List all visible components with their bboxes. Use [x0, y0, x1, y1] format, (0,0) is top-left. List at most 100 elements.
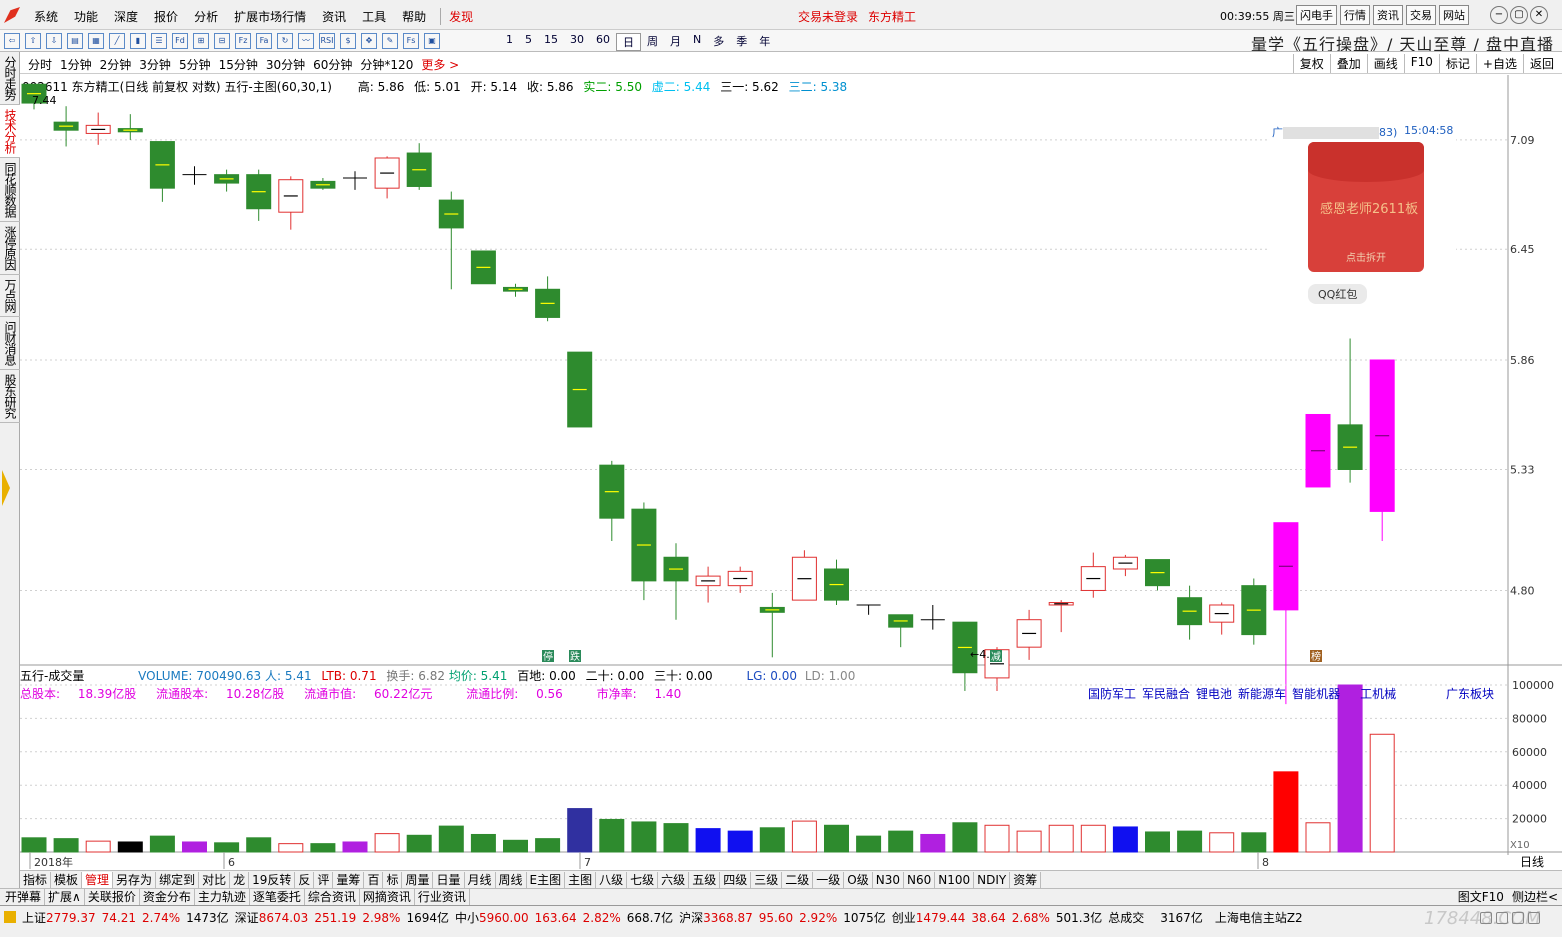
- bottom-tab[interactable]: 综合资讯: [305, 889, 360, 905]
- tray-icon[interactable]: [1480, 912, 1492, 924]
- period-tab[interactable]: 1分钟: [56, 56, 96, 73]
- indicator-tab[interactable]: 月线: [465, 872, 496, 888]
- period-button[interactable]: 日: [616, 33, 641, 51]
- money-icon[interactable]: $: [340, 33, 356, 49]
- period-tab[interactable]: 60分钟: [309, 56, 356, 73]
- sz-name[interactable]: 深证: [235, 911, 259, 925]
- period-button[interactable]: 30: [564, 33, 590, 51]
- menu-item[interactable]: 扩展市场行情: [226, 8, 314, 25]
- indicator-tab[interactable]: 反: [295, 872, 315, 888]
- tray-icon[interactable]: [1528, 912, 1540, 924]
- sector-tag[interactable]: 国防军工: [1088, 687, 1136, 701]
- indicator-tab[interactable]: O级: [844, 872, 873, 888]
- bottom-tab[interactable]: 行业资讯: [415, 889, 470, 905]
- period-button[interactable]: 年: [753, 33, 776, 51]
- indicator-tab[interactable]: 另存为: [113, 872, 157, 888]
- grid-icon[interactable]: ▦: [88, 33, 104, 49]
- menu-item[interactable]: 帮助: [394, 8, 434, 25]
- sidebar-tab[interactable]: 同花顺数据: [0, 158, 20, 222]
- chart-tool-button[interactable]: 标记: [1438, 54, 1476, 73]
- sh-name[interactable]: 上证: [22, 911, 46, 925]
- sidebar-tab[interactable]: 股东研究: [0, 370, 20, 423]
- indicator-tab[interactable]: E主图: [527, 872, 566, 888]
- sector-tag[interactable]: 新能源车: [1238, 687, 1286, 701]
- indicator-tab[interactable]: 周线: [496, 872, 527, 888]
- indicator-tab[interactable]: 八级: [596, 872, 628, 888]
- indicator-tab[interactable]: 百: [364, 872, 384, 888]
- close-icon[interactable]: ✕: [1530, 6, 1548, 24]
- list-icon[interactable]: ☰: [151, 33, 167, 49]
- indicator-tab[interactable]: 对比: [199, 872, 231, 888]
- quick-button[interactable]: 闪电手: [1296, 5, 1337, 25]
- menu-item[interactable]: 深度: [106, 8, 146, 25]
- chart-icon[interactable]: ▤: [67, 33, 83, 49]
- refresh-icon[interactable]: ↻: [277, 33, 293, 49]
- chart-tool-button[interactable]: 画线: [1366, 54, 1404, 73]
- indicator-tab[interactable]: 19反转: [249, 872, 296, 888]
- bottom-tab[interactable]: 逐笔委托: [250, 889, 305, 905]
- period-button[interactable]: 60: [590, 33, 616, 51]
- status-text[interactable]: 东方精工: [868, 10, 916, 24]
- sector-tag[interactable]: 军民融合: [1142, 687, 1190, 701]
- indicator-tab[interactable]: 五级: [689, 872, 721, 888]
- menu-item[interactable]: 系统: [26, 8, 66, 25]
- sector-tag[interactable]: 工机械: [1360, 687, 1396, 701]
- period-button[interactable]: 季: [730, 33, 753, 51]
- bottom-tab[interactable]: 扩展∧: [45, 889, 85, 905]
- redpacket-envelope[interactable]: 感恩老师2611板 点击拆开: [1308, 142, 1424, 272]
- up-icon[interactable]: ⇧: [25, 33, 41, 49]
- line-icon[interactable]: ╱: [109, 33, 125, 49]
- server-name[interactable]: 上海电信主站Z2: [1215, 911, 1303, 925]
- stock-icon[interactable]: ▣: [424, 33, 440, 49]
- menu-item[interactable]: 报价: [146, 8, 186, 25]
- sidebar-tab[interactable]: 分时走势: [0, 52, 20, 105]
- chart-tool-button[interactable]: 返回: [1522, 54, 1560, 73]
- fa-icon[interactable]: Fa: [256, 33, 272, 49]
- indicator-tab[interactable]: 周量: [402, 872, 434, 888]
- indicator-tab[interactable]: 七级: [627, 872, 659, 888]
- more-periods-link[interactable]: 更多 >: [417, 56, 463, 73]
- fs-icon[interactable]: Fs: [403, 33, 419, 49]
- bottom-tab[interactable]: 开弹幕: [2, 889, 46, 905]
- sidebar-tab[interactable]: 问财消息: [0, 317, 20, 370]
- chart-tool-button[interactable]: +自选: [1475, 54, 1523, 73]
- fd-icon[interactable]: Fd: [172, 33, 188, 49]
- indicator-tab[interactable]: 指标: [20, 872, 52, 888]
- zx-name[interactable]: 中小: [455, 911, 479, 925]
- sidebar-tab[interactable]: 涨停原因: [0, 222, 20, 275]
- indicator-tab[interactable]: 一级: [813, 872, 845, 888]
- period-button[interactable]: 15: [538, 33, 564, 51]
- period-tab[interactable]: 3分钟: [135, 56, 175, 73]
- f10-button[interactable]: 图文F10: [1458, 890, 1504, 904]
- period-tab[interactable]: 5分钟: [175, 56, 215, 73]
- indicator-tab[interactable]: 龙: [230, 872, 250, 888]
- sidebar-tab[interactable]: 技术分析: [0, 105, 20, 158]
- indicator-tab[interactable]: NDIY: [974, 872, 1011, 888]
- period-tab[interactable]: 15分钟: [215, 56, 262, 73]
- trend-icon[interactable]: 〰: [298, 33, 314, 49]
- period-tab[interactable]: 30分钟: [262, 56, 309, 73]
- hs-name[interactable]: 沪深: [679, 911, 703, 925]
- tray-icon[interactable]: [1496, 912, 1508, 924]
- status-text[interactable]: 交易未登录: [798, 10, 858, 24]
- bottom-tab[interactable]: 主力轨迹: [195, 889, 250, 905]
- indicator-tab[interactable]: 日量: [433, 872, 465, 888]
- bottom-tab[interactable]: 资金分布: [140, 889, 195, 905]
- back-icon[interactable]: ⇦: [4, 33, 20, 49]
- sector-region[interactable]: 广东板块: [1446, 685, 1494, 702]
- menu-item[interactable]: 资讯: [314, 8, 354, 25]
- collapse-arrow-icon[interactable]: [2, 470, 10, 506]
- chart-tool-button[interactable]: 叠加: [1329, 54, 1367, 73]
- indicator-tab[interactable]: 主图: [565, 872, 597, 888]
- quick-button[interactable]: 网站: [1439, 5, 1469, 25]
- fz-icon[interactable]: Fz: [235, 33, 251, 49]
- indicator-tab[interactable]: N100: [935, 872, 975, 888]
- indicator-tab[interactable]: 模板: [51, 872, 83, 888]
- indicator-tab[interactable]: 资筹: [1010, 872, 1042, 888]
- kline-icon[interactable]: ▮: [130, 33, 146, 49]
- indicator-tab[interactable]: 评: [314, 872, 334, 888]
- indicator-tab[interactable]: 二级: [782, 872, 814, 888]
- menu-item[interactable]: 功能: [66, 8, 106, 25]
- period-button[interactable]: 周: [641, 33, 664, 51]
- quick-button[interactable]: 交易: [1406, 5, 1436, 25]
